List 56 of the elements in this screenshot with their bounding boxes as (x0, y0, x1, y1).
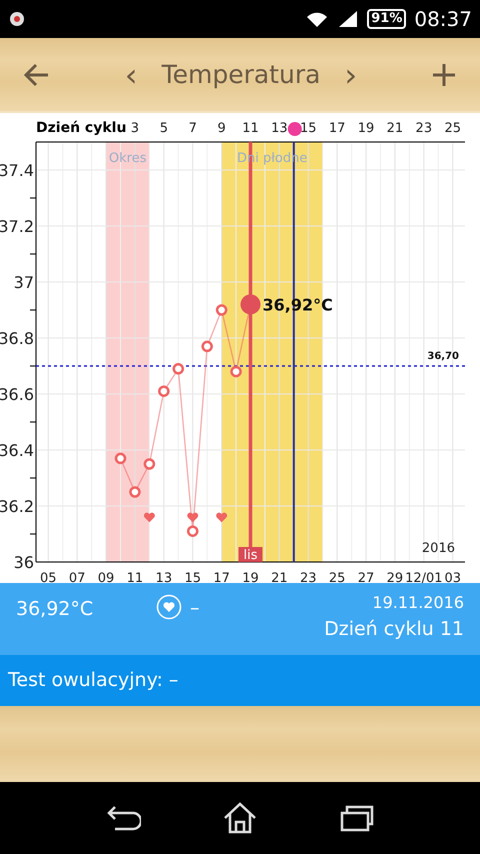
axis-label: 25 (328, 571, 346, 583)
axis-label: 19 (242, 571, 259, 583)
axis-label: 37 (14, 273, 34, 292)
axis-label: 25 (444, 121, 461, 136)
clock: 08:37 (414, 6, 472, 33)
next-button[interactable]: › (344, 58, 358, 90)
temperature-value: 36,92°C (16, 597, 94, 622)
axis-label: 3 (130, 121, 140, 136)
data-point (144, 458, 156, 470)
data-point (186, 525, 198, 537)
battery-indicator: 91% (367, 9, 406, 29)
axis-label: 11 (126, 571, 144, 583)
axis-label: 03 (444, 571, 461, 583)
axis-label: 23 (300, 571, 317, 583)
back-arrow-icon[interactable] (24, 62, 50, 88)
axis-label: 21 (271, 571, 288, 583)
axis-label: 7 (188, 121, 197, 136)
cycle-day-label: Dzień cyklu 11 (324, 617, 464, 642)
home-icon[interactable] (222, 802, 258, 834)
data-point (216, 304, 228, 316)
axis-label: 5 (160, 121, 168, 136)
recent-apps-icon[interactable] (339, 804, 376, 832)
back-icon[interactable] (104, 805, 141, 831)
axis-label: 13 (271, 121, 288, 136)
axis-title: Dzień cyklu (36, 120, 126, 136)
intercourse-value: – (190, 596, 200, 621)
axis-label: 15 (184, 571, 201, 583)
ovulation-test-label: Test owulacyjny: – (8, 668, 178, 694)
previous-button[interactable]: ‹ (124, 58, 138, 90)
threshold-label: 36,70 (427, 351, 459, 362)
screen-title: Temperatura (162, 58, 320, 91)
ovulation-dot (288, 122, 302, 136)
annotation: lis (244, 548, 258, 563)
axis-label: 05 (40, 571, 57, 583)
signal-icon (337, 10, 360, 28)
axis-label: 11 (242, 121, 259, 136)
band-label: Okres (108, 151, 147, 166)
axis-label: 12/01 (405, 571, 443, 583)
year-label: 2016 (422, 541, 455, 556)
date-label: 19.11.2016 (372, 592, 464, 614)
axis-label: 9 (217, 121, 226, 136)
axis-label: 13 (156, 571, 172, 583)
axis-label: 15 (300, 121, 317, 136)
axis-label: 19 (358, 121, 374, 136)
wifi-icon (305, 10, 330, 28)
axis-label: 21 (386, 121, 404, 136)
axis-label: 07 (68, 571, 86, 583)
axis-label: 36 (14, 553, 34, 572)
add-icon[interactable] (432, 62, 456, 86)
axis-label: 27 (358, 571, 374, 583)
axis-label: 09 (98, 571, 114, 583)
month-tag: lis (238, 547, 262, 563)
axis-label: 29 (386, 571, 404, 583)
axis-label: 17 (213, 571, 230, 583)
axis-label: 17 (328, 121, 346, 136)
axis-label: 23 (416, 121, 432, 136)
